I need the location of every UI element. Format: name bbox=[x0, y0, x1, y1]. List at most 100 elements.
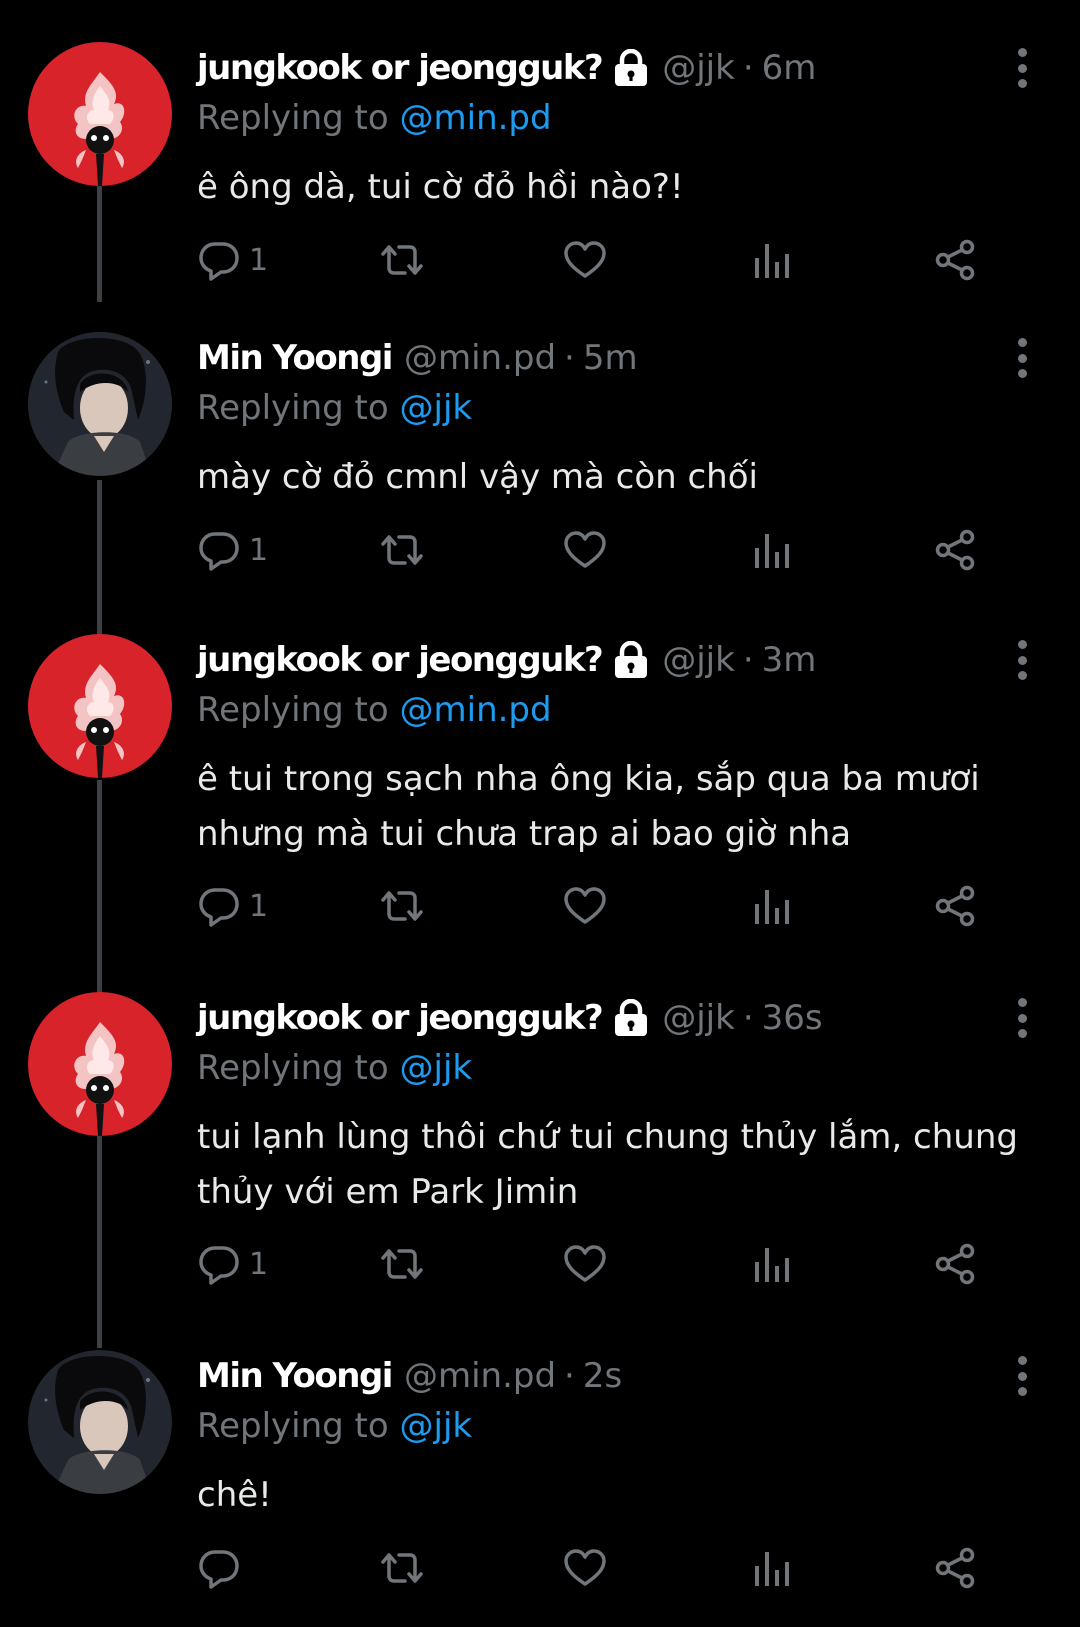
share-button[interactable] bbox=[933, 880, 977, 932]
share-button[interactable] bbox=[933, 1238, 977, 1290]
like-button[interactable] bbox=[563, 1542, 607, 1594]
replying-to-link[interactable]: @jjk bbox=[400, 1048, 473, 1088]
share-icon bbox=[935, 239, 975, 281]
retweet-button[interactable] bbox=[377, 1542, 427, 1594]
like-button[interactable] bbox=[563, 1238, 607, 1290]
tweet-header: jungkook or jeongguk? @jjk · 6m bbox=[197, 42, 1040, 94]
more-dot bbox=[1017, 79, 1027, 88]
reply-button[interactable] bbox=[197, 1542, 249, 1594]
more-options-button[interactable] bbox=[1010, 48, 1034, 88]
views-icon bbox=[755, 244, 789, 278]
views-button[interactable] bbox=[751, 1542, 791, 1594]
tweet[interactable]: jungkook or jeongguk? @jjk · 36s Replyin… bbox=[0, 992, 1080, 1312]
replying-to-label: Replying to bbox=[197, 1406, 400, 1446]
avatar[interactable] bbox=[28, 332, 172, 476]
more-options-button[interactable] bbox=[1010, 1356, 1034, 1396]
more-dot bbox=[1017, 1013, 1027, 1023]
display-name[interactable]: jungkook or jeongguk? bbox=[197, 42, 604, 94]
retweet-button[interactable] bbox=[377, 234, 427, 286]
share-icon bbox=[935, 885, 975, 927]
avatar[interactable] bbox=[28, 42, 172, 186]
tweet-text: ê ông dà, tui cờ đỏ hồi nào?! bbox=[197, 167, 684, 207]
share-icon bbox=[935, 1547, 975, 1589]
replying-to-link[interactable]: @min.pd bbox=[400, 690, 552, 730]
reply-button[interactable]: 1 bbox=[197, 880, 268, 932]
reply-button[interactable]: 1 bbox=[197, 524, 268, 576]
tweet[interactable]: jungkook or jeongguk? @jjk · 6m Replying… bbox=[0, 42, 1080, 302]
views-button[interactable] bbox=[751, 1238, 791, 1290]
handle[interactable]: @jjk bbox=[662, 992, 735, 1044]
separator-dot: · bbox=[742, 640, 754, 680]
views-icon bbox=[755, 534, 789, 568]
views-button[interactable] bbox=[751, 234, 791, 286]
timestamp[interactable]: 6m bbox=[762, 42, 817, 94]
views-button[interactable] bbox=[751, 524, 791, 576]
avatar[interactable] bbox=[28, 1350, 172, 1494]
tweet-header: Min Yoongi @min.pd · 2s bbox=[197, 1350, 1040, 1402]
tweet[interactable]: jungkook or jeongguk? @jjk · 3m Replying… bbox=[0, 634, 1080, 954]
share-icon bbox=[935, 529, 975, 571]
tweet-text: mày cờ đỏ cmnl vậy mà còn chối bbox=[197, 457, 758, 497]
retweet-button[interactable] bbox=[377, 1238, 427, 1290]
more-dot bbox=[1017, 998, 1027, 1007]
reply-count: 1 bbox=[249, 242, 269, 278]
more-dot bbox=[1017, 1356, 1027, 1365]
retweet-button[interactable] bbox=[377, 524, 427, 576]
reply-count: 1 bbox=[249, 1246, 269, 1282]
timestamp[interactable]: 3m bbox=[762, 634, 817, 686]
reply-button[interactable]: 1 bbox=[197, 234, 268, 286]
heart-icon bbox=[564, 241, 606, 278]
tweet-actions bbox=[197, 1542, 1017, 1594]
replying-to-link[interactable]: @jjk bbox=[400, 1406, 473, 1446]
handle[interactable]: @min.pd bbox=[404, 332, 556, 384]
handle[interactable]: @jjk bbox=[662, 42, 735, 94]
timestamp[interactable]: 5m bbox=[583, 332, 638, 384]
reply-icon bbox=[199, 1246, 239, 1285]
display-name[interactable]: jungkook or jeongguk? bbox=[197, 992, 604, 1044]
tweet[interactable]: Min Yoongi @min.pd · 5m Replying to @jjk… bbox=[0, 332, 1080, 592]
more-options-button[interactable] bbox=[1010, 338, 1034, 378]
handle[interactable]: @min.pd bbox=[404, 1350, 556, 1402]
share-button[interactable] bbox=[933, 1542, 977, 1594]
replying-to-label: Replying to bbox=[197, 690, 400, 730]
reply-icon bbox=[199, 888, 239, 927]
avatar[interactable] bbox=[28, 992, 172, 1136]
tweet-header: jungkook or jeongguk? @jjk · 36s bbox=[197, 992, 1040, 1044]
replying-to-label: Replying to bbox=[197, 98, 400, 138]
display-name[interactable]: jungkook or jeongguk? bbox=[197, 634, 604, 686]
replying-to-link[interactable]: @jjk bbox=[400, 388, 473, 428]
retweet-icon bbox=[381, 1553, 423, 1583]
tweet[interactable]: Min Yoongi @min.pd · 2s Replying to @jjk… bbox=[0, 1350, 1080, 1620]
retweet-icon bbox=[381, 1249, 423, 1279]
handle[interactable]: @jjk bbox=[662, 634, 735, 686]
like-button[interactable] bbox=[563, 880, 607, 932]
like-button[interactable] bbox=[563, 234, 607, 286]
red-avatar-image bbox=[28, 634, 172, 778]
share-button[interactable] bbox=[933, 524, 977, 576]
reply-icon bbox=[199, 1550, 239, 1589]
views-icon bbox=[755, 1248, 789, 1282]
retweet-icon bbox=[381, 891, 423, 921]
display-name[interactable]: Min Yoongi bbox=[197, 1350, 393, 1402]
reply-button[interactable]: 1 bbox=[197, 1238, 268, 1290]
tweet-text: tui lạnh lùng thôi chứ tui chung thủy lắ… bbox=[197, 1117, 1018, 1212]
share-button[interactable] bbox=[933, 234, 977, 286]
avatar[interactable] bbox=[28, 634, 172, 778]
retweet-button[interactable] bbox=[377, 880, 427, 932]
timestamp[interactable]: 2s bbox=[583, 1350, 622, 1402]
photo-avatar-image bbox=[28, 1350, 172, 1494]
more-options-button[interactable] bbox=[1010, 998, 1034, 1038]
heart-icon bbox=[564, 1245, 606, 1282]
like-button[interactable] bbox=[563, 524, 607, 576]
retweet-icon bbox=[381, 245, 423, 275]
separator-dot: · bbox=[742, 48, 754, 88]
display-name[interactable]: Min Yoongi bbox=[197, 332, 393, 384]
red-avatar-image bbox=[28, 42, 172, 186]
timestamp[interactable]: 36s bbox=[762, 992, 823, 1044]
views-button[interactable] bbox=[751, 880, 791, 932]
replying-to: Replying to @jjk bbox=[197, 1044, 1040, 1092]
more-options-button[interactable] bbox=[1010, 640, 1034, 680]
share-icon bbox=[935, 1243, 975, 1285]
replying-to-link[interactable]: @min.pd bbox=[400, 98, 552, 138]
heart-icon bbox=[564, 1549, 606, 1586]
